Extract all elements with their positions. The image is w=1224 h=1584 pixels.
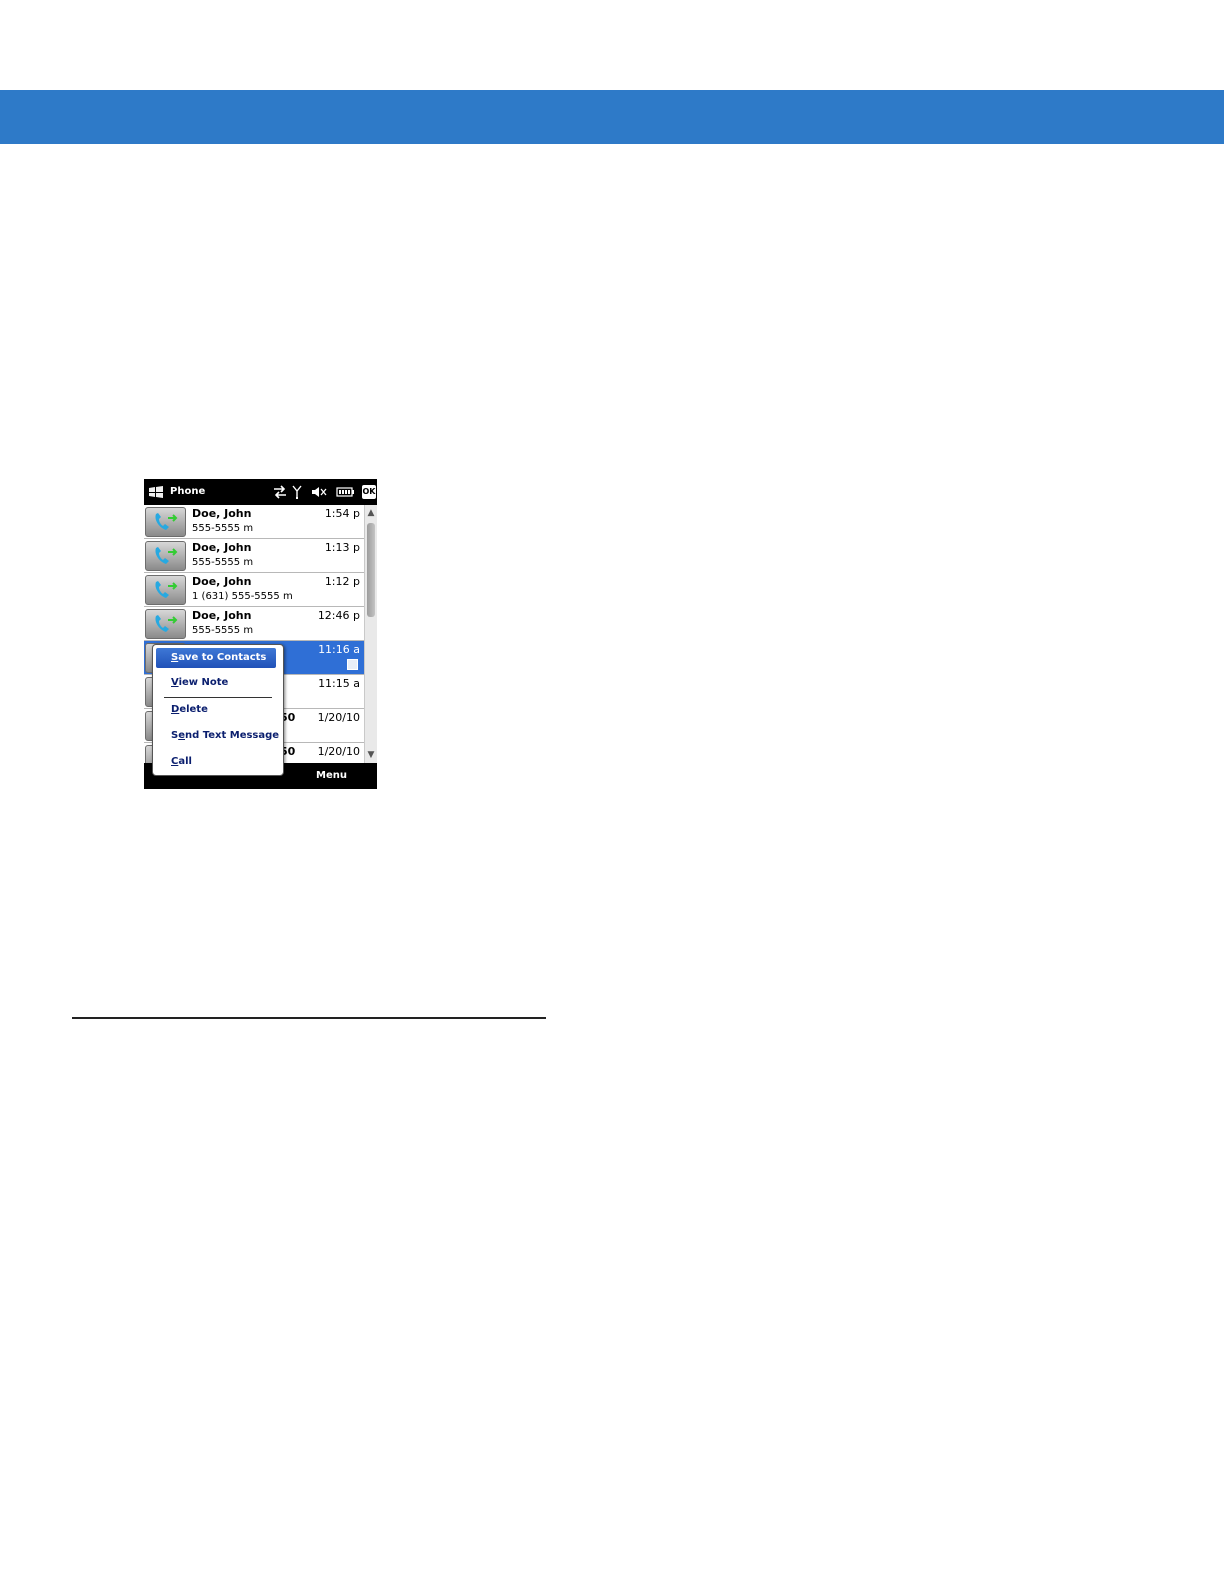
contact-name: Doe, John	[192, 507, 252, 520]
call-time: 11:16 a	[318, 643, 360, 656]
call-time: 1/20/10	[317, 711, 360, 724]
scrollbar[interactable]: ▲ ▼	[364, 505, 377, 763]
phone-number: 555-5555 m	[192, 523, 254, 534]
menu-item-send-text-message[interactable]: Send Text Message	[156, 726, 279, 746]
menu-separator	[164, 697, 272, 698]
call-log-row[interactable]: Doe, John 1:12 p 1 (631) 555-5555 m	[144, 573, 364, 607]
menu-item-save-to-contacts[interactable]: Save to Contacts	[156, 648, 276, 668]
title-bar: Phone OK	[144, 479, 377, 505]
note-icon	[347, 659, 358, 670]
menu-softkey[interactable]: Menu	[316, 770, 347, 781]
call-time: 12:46 p	[317, 609, 360, 622]
call-log-row[interactable]: Doe, John 1:13 p 555-5555 m	[144, 539, 364, 573]
call-time: 1:54 p	[324, 507, 360, 520]
menu-item-delete[interactable]: Delete	[156, 700, 276, 720]
app-title: Phone	[170, 486, 206, 497]
outgoing-call-icon	[145, 575, 186, 605]
phone-number: 1 (631) 555-5555 m	[192, 591, 293, 602]
header-band	[0, 90, 1224, 144]
phone-number: 555-5555 m	[192, 557, 254, 568]
call-time: 11:15 a	[318, 677, 360, 690]
ok-button[interactable]: OK	[362, 485, 376, 499]
data-sync-icon	[274, 485, 286, 499]
call-log-row[interactable]: Doe, John 12:46 p 555-5555 m	[144, 607, 364, 641]
scroll-down-arrow-icon[interactable]: ▼	[365, 748, 377, 762]
device-screen: Phone OK Doe, John 1:54 p 555-5555 m Doe…	[144, 479, 377, 789]
outgoing-call-icon	[145, 609, 186, 639]
call-time: 1/20/10	[317, 745, 360, 758]
menu-item-view-note[interactable]: View Note	[156, 673, 276, 693]
contact-name: Doe, John	[192, 609, 252, 622]
outgoing-call-icon	[145, 507, 186, 537]
contact-name: Doe, John	[192, 575, 252, 588]
contact-name: Doe, John	[192, 541, 252, 554]
battery-icon	[336, 487, 354, 497]
page-divider	[72, 1017, 546, 1019]
scroll-thumb[interactable]	[367, 523, 375, 617]
call-time: 1:13 p	[324, 541, 360, 554]
signal-antenna-icon	[292, 485, 302, 499]
windows-start-icon[interactable]	[148, 485, 164, 499]
menu-item-call[interactable]: Call	[156, 752, 276, 772]
context-menu: Save to Contacts View Note Delete Send T…	[152, 644, 284, 776]
scroll-up-arrow-icon[interactable]: ▲	[365, 506, 377, 520]
outgoing-call-icon	[145, 541, 186, 571]
call-time: 1:12 p	[324, 575, 360, 588]
call-log-row[interactable]: Doe, John 1:54 p 555-5555 m	[144, 505, 364, 539]
phone-number: 555-5555 m	[192, 625, 254, 636]
speaker-muted-icon[interactable]	[310, 484, 328, 500]
